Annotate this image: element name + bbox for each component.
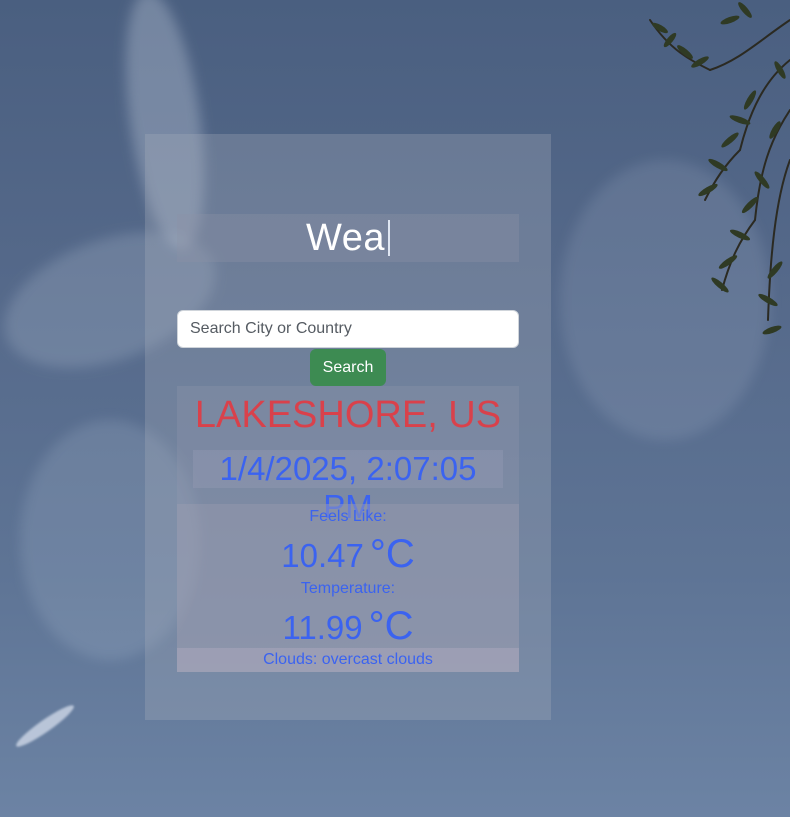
clouds-description: Clouds: overcast clouds [177, 648, 519, 672]
temperature-unit: °C [368, 604, 414, 648]
tree-branches-graphic [649, 2, 790, 335]
contrail-streak [12, 701, 78, 751]
location-section: LAKESHORE, US 1/4/2025, 2:07:05 PM [177, 386, 519, 525]
feels-like-label: Feels Like: [309, 508, 387, 525]
search-button[interactable]: Search [310, 349, 386, 386]
app-title: Wea [306, 217, 385, 259]
feels-like-reading: 10.47 °C [177, 532, 519, 578]
temperature-value: 11.99 [282, 609, 363, 646]
search-input[interactable] [177, 310, 519, 348]
app-title-bar: Wea [177, 214, 519, 262]
weather-details: Feels Like: 10.47 °C Temperature: 11.99 °C… [177, 504, 519, 672]
local-datetime: 1/4/2025, 2:07:05 PM [193, 450, 503, 525]
location-name: LAKESHORE, US [194, 394, 502, 436]
temperature-label: Temperature: [300, 580, 396, 597]
feels-like-unit: °C [369, 532, 415, 576]
typing-caret [387, 220, 390, 256]
temperature-reading: 11.99 °C [177, 604, 519, 650]
feels-like-value: 10.47 [281, 537, 364, 574]
